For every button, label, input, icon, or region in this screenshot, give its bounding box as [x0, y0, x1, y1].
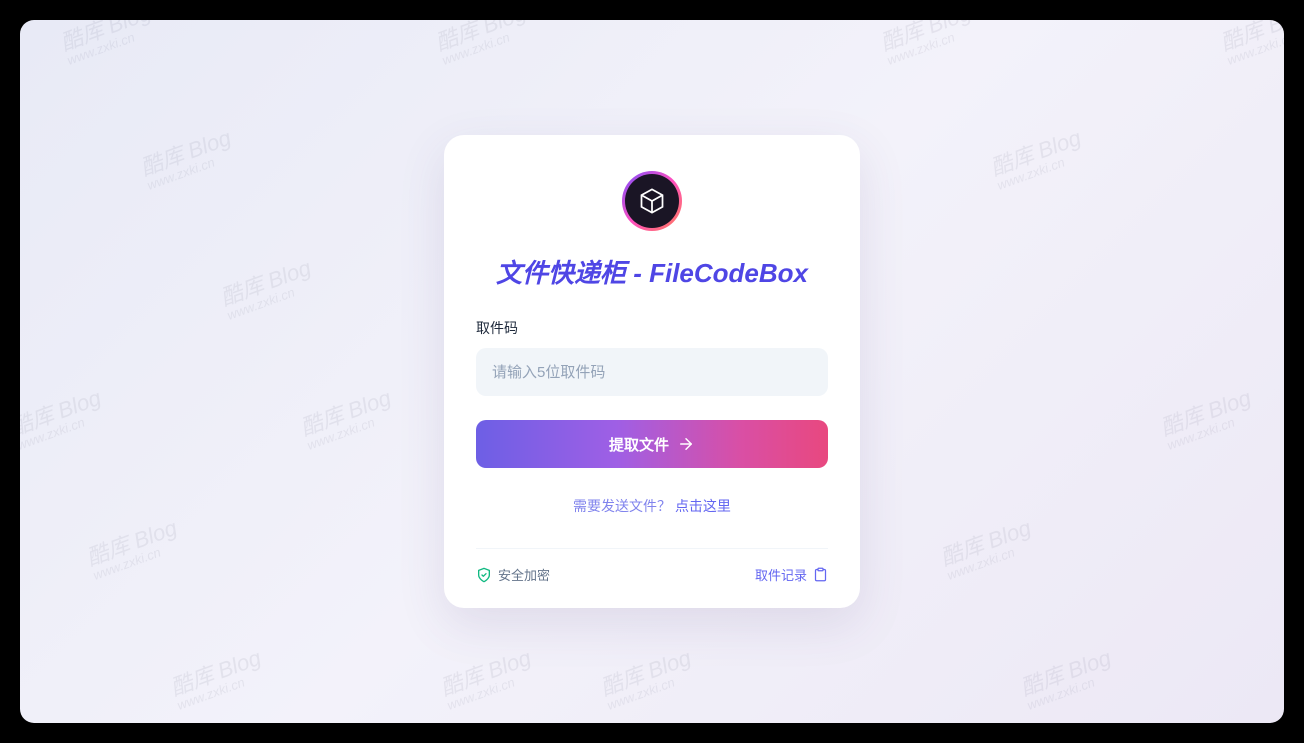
submit-button[interactable]: 提取文件	[476, 420, 828, 468]
secure-badge: 安全加密	[476, 565, 550, 584]
arrow-right-icon	[677, 435, 695, 453]
main-card: 文件快递柜 - FileCodeBox 取件码 提取文件 需要发送文件？ 点击这…	[444, 135, 860, 608]
card-footer: 安全加密 取件记录	[476, 548, 828, 584]
submit-button-label: 提取文件	[609, 434, 669, 455]
history-label: 取件记录	[755, 565, 807, 584]
code-label: 取件码	[476, 318, 828, 338]
code-input[interactable]	[476, 348, 828, 396]
cube-icon	[638, 187, 666, 215]
shield-check-icon	[476, 567, 492, 583]
send-link-action: 点击这里	[675, 498, 731, 514]
app-title: 文件快递柜 - FileCodeBox	[476, 253, 828, 290]
send-link-question: 需要发送文件？	[573, 498, 671, 514]
app-logo	[622, 171, 682, 231]
send-file-link[interactable]: 需要发送文件？ 点击这里	[476, 496, 828, 516]
history-link[interactable]: 取件记录	[755, 565, 828, 584]
logo-container	[476, 171, 828, 231]
page-container: 酷库 Blogwww.zxki.cn 酷库 Blogwww.zxki.cn 酷库…	[20, 20, 1284, 723]
clipboard-icon	[813, 567, 828, 582]
secure-label: 安全加密	[498, 565, 550, 584]
